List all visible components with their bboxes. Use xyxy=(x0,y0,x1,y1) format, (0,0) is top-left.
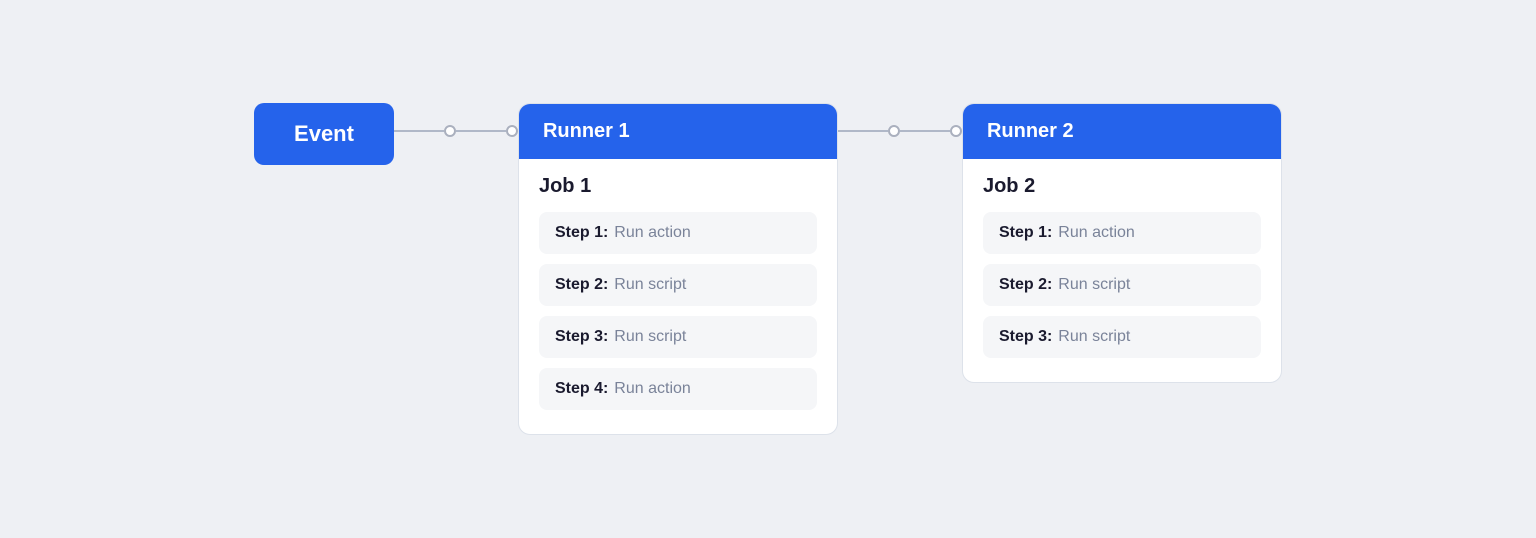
runner1-step1-label: Step 1: xyxy=(555,224,608,242)
connector-runner1-runner2 xyxy=(838,103,962,158)
connector-event-runner1 xyxy=(394,103,518,158)
event-label: Event xyxy=(294,121,354,146)
runner2-header-label: Runner 2 xyxy=(987,120,1074,142)
runner2-node-block: Runner 2 Job 2 Step 1: Run action Step 2… xyxy=(962,103,1282,383)
runner1-body: Job 1 Step 1: Run action Step 2: Run scr… xyxy=(519,159,837,434)
event-node-block: Event xyxy=(254,103,394,165)
runner2-card: Runner 2 Job 2 Step 1: Run action Step 2… xyxy=(962,103,1282,383)
runner1-step2-label: Step 2: xyxy=(555,276,608,294)
runner1-step1-action: Run action xyxy=(614,224,691,242)
connector-dot-1b xyxy=(506,125,518,137)
runner2-step3-action: Run script xyxy=(1058,328,1130,346)
runner2-step-3: Step 3: Run script xyxy=(983,316,1261,358)
runner1-step4-action: Run action xyxy=(614,380,691,398)
runner2-step3-label: Step 3: xyxy=(999,328,1052,346)
connector-dot-1a xyxy=(444,125,456,137)
runner2-job-title: Job 2 xyxy=(983,175,1261,198)
connector-dot-2a xyxy=(888,125,900,137)
runner1-step3-action: Run script xyxy=(614,328,686,346)
runner2-step1-action: Run action xyxy=(1058,224,1135,242)
connector-line-2 xyxy=(838,130,888,132)
event-node: Event xyxy=(254,103,394,165)
runner1-card: Runner 1 Job 1 Step 1: Run action Step 2… xyxy=(518,103,838,435)
runner2-step-2: Step 2: Run script xyxy=(983,264,1261,306)
workflow-diagram: Event Runner 1 Job 1 Step 1: Run action xyxy=(254,103,1282,435)
runner1-job-title: Job 1 xyxy=(539,175,817,198)
connector-line-1b xyxy=(456,130,506,132)
runner1-step-3: Step 3: Run script xyxy=(539,316,817,358)
runner2-step2-label: Step 2: xyxy=(999,276,1052,294)
runner2-step-1: Step 1: Run action xyxy=(983,212,1261,254)
runner1-step-2: Step 2: Run script xyxy=(539,264,817,306)
runner2-step2-action: Run script xyxy=(1058,276,1130,294)
runner2-step1-label: Step 1: xyxy=(999,224,1052,242)
runner1-header-label: Runner 1 xyxy=(543,120,630,142)
runner1-step2-action: Run script xyxy=(614,276,686,294)
runner2-header: Runner 2 xyxy=(963,104,1281,159)
runner1-step-4: Step 4: Run action xyxy=(539,368,817,410)
runner1-header: Runner 1 xyxy=(519,104,837,159)
runner2-body: Job 2 Step 1: Run action Step 2: Run scr… xyxy=(963,159,1281,382)
connector-line-2b xyxy=(900,130,950,132)
runner1-step4-label: Step 4: xyxy=(555,380,608,398)
connector-line-1 xyxy=(394,130,444,132)
runner1-step3-label: Step 3: xyxy=(555,328,608,346)
connector-dot-2b xyxy=(950,125,962,137)
runner1-node-block: Runner 1 Job 1 Step 1: Run action Step 2… xyxy=(518,103,838,435)
runner1-step-1: Step 1: Run action xyxy=(539,212,817,254)
